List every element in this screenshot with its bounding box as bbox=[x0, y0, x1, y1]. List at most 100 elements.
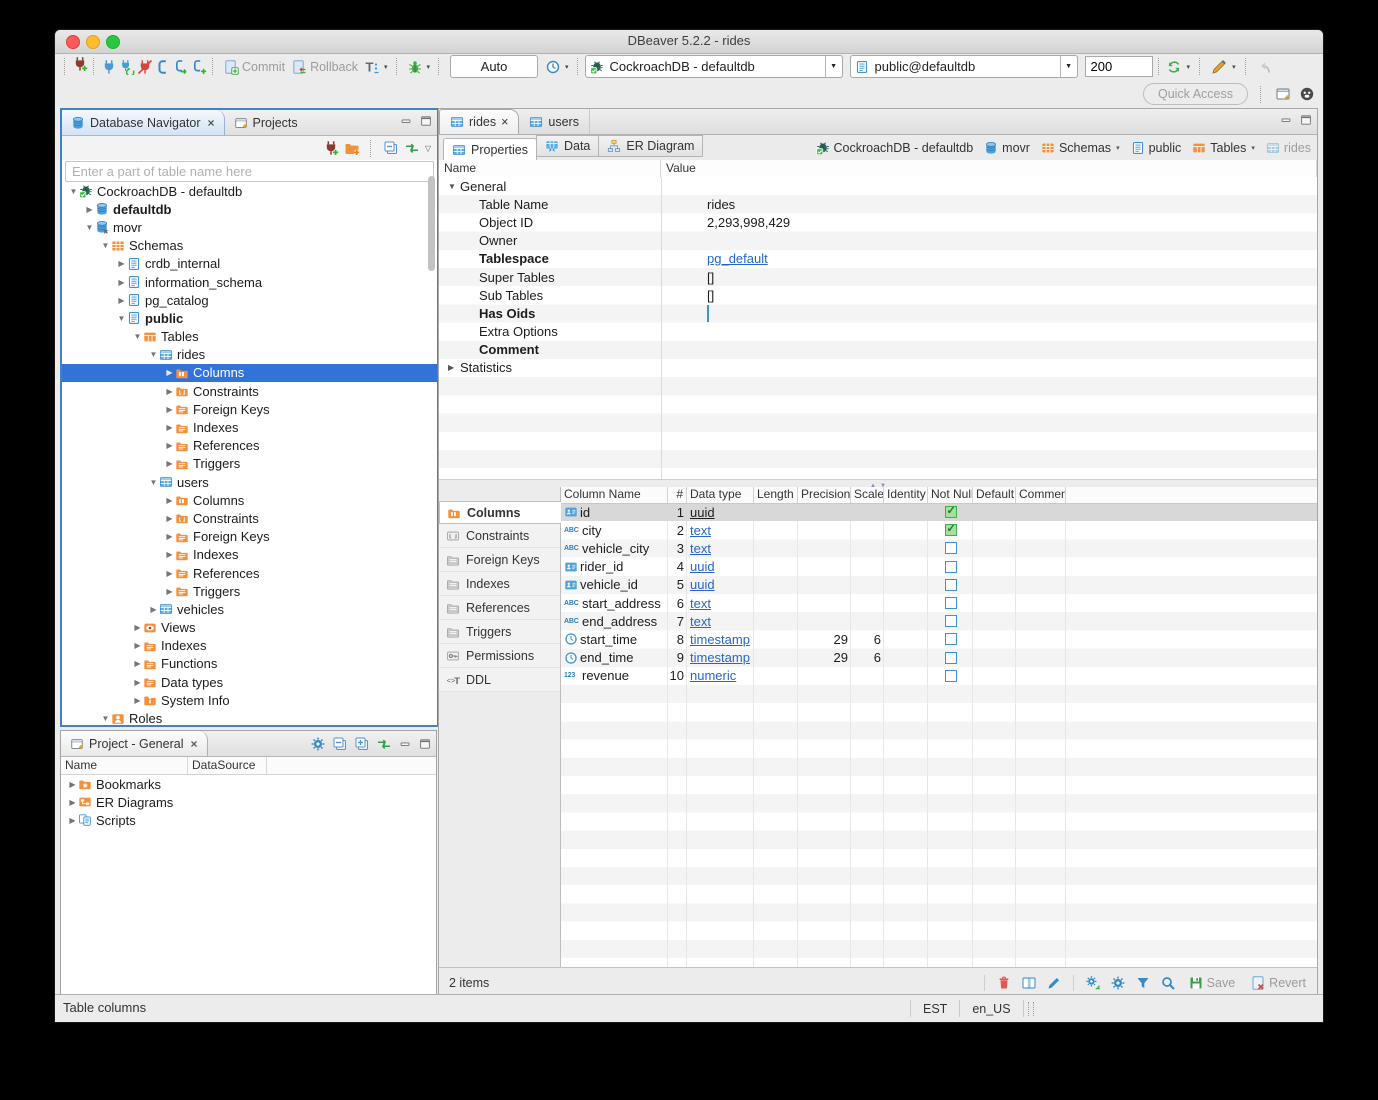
max-icon[interactable] bbox=[419, 114, 433, 128]
collapse-arrow-icon[interactable]: ▶ bbox=[132, 659, 143, 668]
collapse-arrow-icon[interactable]: ▶ bbox=[164, 441, 175, 450]
max-icon[interactable] bbox=[1299, 113, 1313, 127]
connection-new-icon[interactable] bbox=[323, 140, 339, 156]
rollback-button[interactable]: Rollback bbox=[288, 57, 361, 77]
chevron-down-icon[interactable]: ▾ bbox=[1251, 144, 1255, 152]
column-row-end_address[interactable]: ABCend_address7text bbox=[561, 612, 1317, 630]
link-with-editor-icon[interactable] bbox=[404, 140, 420, 156]
checkbox-checked[interactable] bbox=[945, 524, 957, 536]
tree-item-columns[interactable]: ▶Columns bbox=[62, 364, 437, 382]
property-row-sub-tables[interactable]: Sub Tables[] bbox=[439, 286, 1317, 304]
tree-item-indexes[interactable]: ▶Indexes bbox=[62, 637, 437, 655]
tab-database-navigator[interactable]: Database Navigator × bbox=[62, 110, 225, 135]
close-icon[interactable]: × bbox=[190, 737, 197, 751]
collapse-arrow-icon[interactable]: ▶ bbox=[164, 459, 175, 468]
property-row-super-tables[interactable]: Super Tables[] bbox=[439, 268, 1317, 286]
subtab-data[interactable]: Data bbox=[536, 135, 599, 157]
subtab-er-diagram[interactable]: ER Diagram bbox=[598, 135, 703, 157]
tree-item-cockroachdb-defaultdb[interactable]: ▼CockroachDB - defaultdb bbox=[62, 182, 437, 200]
property-value[interactable]: [] bbox=[701, 288, 714, 303]
expand-arrow-icon[interactable]: ▼ bbox=[448, 182, 460, 191]
collapse-arrow-icon[interactable]: ▶ bbox=[164, 496, 175, 505]
column-row-revenue[interactable]: 123revenue10numeric bbox=[561, 667, 1317, 685]
breadcrumb-item-cockroachdb-defaultdb[interactable]: CockroachDB - defaultdb bbox=[816, 141, 974, 155]
close-icon[interactable]: × bbox=[501, 115, 508, 129]
collapse-arrow-icon[interactable]: ▶ bbox=[132, 678, 143, 687]
commit-button[interactable]: Commit bbox=[220, 57, 288, 77]
expand-arrow-icon[interactable]: ▼ bbox=[116, 314, 127, 323]
tree-item-users[interactable]: ▼users bbox=[62, 473, 437, 491]
column-row-city[interactable]: ABCcity2text bbox=[561, 521, 1317, 539]
collapse-arrow-icon[interactable]: ▶ bbox=[164, 387, 175, 396]
collapse-arrow-icon[interactable]: ▶ bbox=[164, 569, 175, 578]
tree-item-vehicles[interactable]: ▶vehicles bbox=[62, 600, 437, 618]
min-icon[interactable] bbox=[398, 737, 412, 751]
breadcrumb-item-schemas[interactable]: Schemas▾ bbox=[1041, 141, 1120, 155]
tree-item-constraints[interactable]: ▶Constraints bbox=[62, 509, 437, 527]
search-icon[interactable] bbox=[1160, 975, 1176, 991]
grid-header-identity[interactable]: Identity bbox=[884, 487, 928, 503]
connect-icon[interactable] bbox=[101, 59, 117, 75]
property-row-table-name[interactable]: Table Namerides bbox=[439, 195, 1317, 213]
tree-item-pg-catalog[interactable]: ▶pg_catalog bbox=[62, 291, 437, 309]
expand-arrow-icon[interactable]: ▼ bbox=[100, 241, 111, 250]
tree-item-schemas[interactable]: ▼Schemas bbox=[62, 237, 437, 255]
column-header-datasource[interactable]: DataSource bbox=[188, 757, 267, 774]
delete-icon[interactable] bbox=[996, 975, 1012, 991]
grid-header-default[interactable]: Default bbox=[973, 487, 1016, 503]
tree-item-movr[interactable]: ▼movr bbox=[62, 218, 437, 236]
checkbox-unchecked[interactable] bbox=[945, 579, 957, 591]
back-icon[interactable] bbox=[1257, 59, 1273, 75]
column-row-id[interactable]: id1uuid bbox=[561, 503, 1317, 521]
checkbox-checked[interactable] bbox=[945, 506, 957, 518]
tree-item-triggers[interactable]: ▶Triggers bbox=[62, 455, 437, 473]
collapse-arrow-icon[interactable]: ▶ bbox=[164, 423, 175, 432]
collapse-arrow-icon[interactable]: ▶ bbox=[132, 623, 143, 632]
transaction-log-button[interactable]: ▾ bbox=[542, 57, 572, 77]
tree-item-data-types[interactable]: ▶Data types bbox=[62, 673, 437, 691]
property-value[interactable]: pg_default bbox=[701, 251, 768, 266]
quick-access-input[interactable]: Quick Access bbox=[1143, 83, 1248, 105]
min-icon[interactable] bbox=[399, 114, 413, 128]
detail-tab-constraints[interactable]: Constraints bbox=[439, 524, 560, 548]
collapse-all-icon[interactable] bbox=[332, 736, 348, 752]
connection-combo[interactable]: CockroachDB - defaultdb ▼ bbox=[585, 55, 843, 78]
collapse-arrow-icon[interactable]: ▶ bbox=[164, 368, 175, 377]
property-row-statistics[interactable]: ▶Statistics bbox=[439, 359, 1317, 377]
tree-item-tables[interactable]: ▼Tables bbox=[62, 328, 437, 346]
debug-button[interactable]: ▾ bbox=[404, 57, 434, 77]
collapse-arrow-icon[interactable]: ▶ bbox=[164, 550, 175, 559]
property-row-general[interactable]: ▼General bbox=[439, 177, 1317, 195]
collapse-arrow-icon[interactable]: ▶ bbox=[132, 696, 143, 705]
tree-item-indexes[interactable]: ▶Indexes bbox=[62, 418, 437, 436]
breadcrumb-item-public[interactable]: public bbox=[1131, 141, 1182, 155]
configuration-icon[interactable] bbox=[1085, 975, 1101, 991]
property-row-owner[interactable]: Owner bbox=[439, 232, 1317, 250]
datatype-link[interactable]: numeric bbox=[690, 668, 736, 683]
revert-button[interactable]: Revert bbox=[1247, 973, 1309, 993]
properties-header-name[interactable]: Name bbox=[439, 160, 661, 177]
view-menu-icon[interactable]: ▽ bbox=[425, 144, 431, 153]
table-filter-input[interactable] bbox=[65, 161, 434, 182]
transaction-mode-button[interactable]: T▾ bbox=[361, 57, 391, 77]
detail-tab-ddl[interactable]: <>TDDL bbox=[439, 668, 560, 692]
detail-tab-columns[interactable]: Columns bbox=[439, 501, 561, 524]
collapse-arrow-icon[interactable]: ▶ bbox=[67, 780, 78, 789]
collapse-arrow-icon[interactable]: ▶ bbox=[164, 587, 175, 596]
checkbox-unchecked[interactable] bbox=[945, 615, 957, 627]
dbeaver-perspective-icon[interactable] bbox=[1299, 86, 1315, 102]
datatype-link[interactable]: uuid bbox=[690, 505, 715, 520]
collapse-arrow-icon[interactable]: ▶ bbox=[116, 259, 127, 268]
property-row-has-oids[interactable]: Has Oids bbox=[439, 304, 1317, 322]
collapse-arrow-icon[interactable]: ▶ bbox=[164, 405, 175, 414]
collapse-arrow-icon[interactable]: ▶ bbox=[116, 296, 127, 305]
detail-tab-triggers[interactable]: Triggers bbox=[439, 620, 560, 644]
new-connection-icon[interactable] bbox=[72, 56, 88, 72]
link-with-editor-icon[interactable] bbox=[376, 736, 392, 752]
subtab-properties[interactable]: Properties bbox=[443, 138, 537, 161]
property-row-comment[interactable]: Comment bbox=[439, 341, 1317, 359]
collapse-arrow-icon[interactable]: ▶ bbox=[448, 363, 460, 372]
grid-header-precision[interactable]: Precision bbox=[798, 487, 851, 503]
column-row-end_time[interactable]: end_time9timestamp296 bbox=[561, 649, 1317, 667]
settings-icon[interactable] bbox=[310, 736, 326, 752]
